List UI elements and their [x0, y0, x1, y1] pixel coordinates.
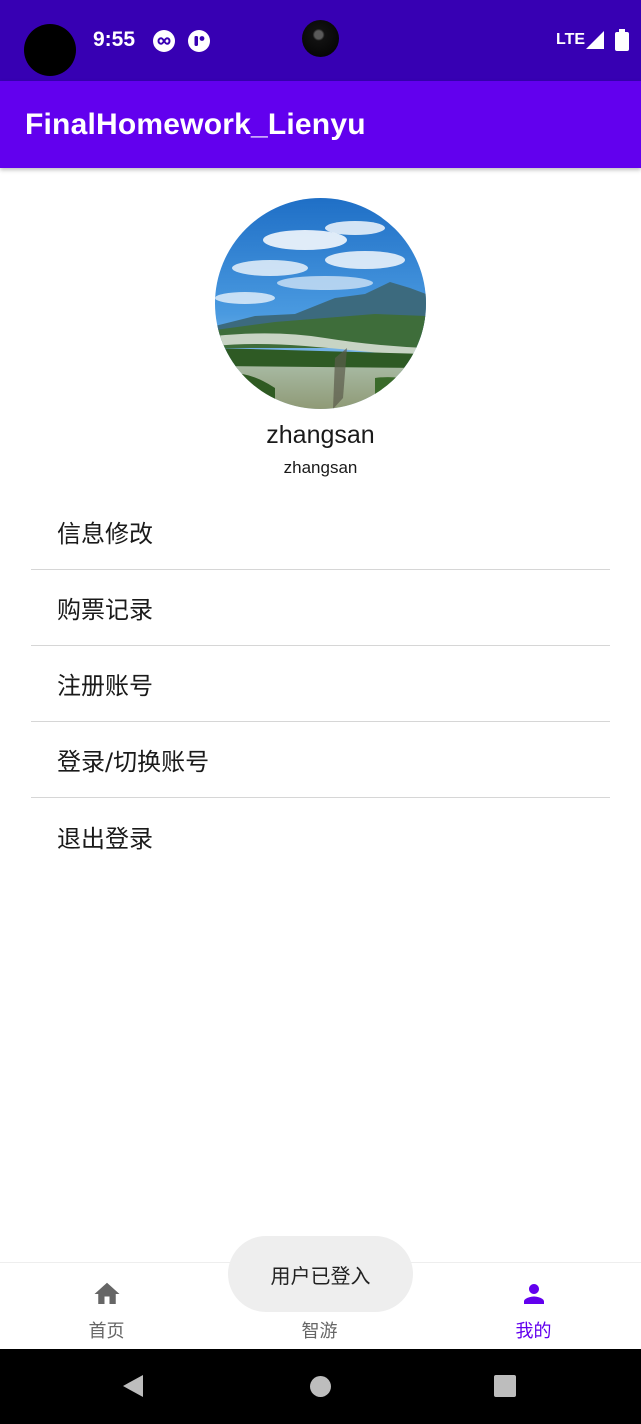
app-title: FinalHomework_Lienyu — [25, 108, 366, 141]
profile-username: zhangsan — [283, 458, 358, 477]
network-label: LTE — [556, 31, 586, 48]
profile-display-name: zhangsan — [266, 421, 375, 449]
menu-login-switch-account[interactable]: 登录/切换账号 — [31, 722, 610, 798]
infinity-notification-icon — [153, 30, 175, 52]
menu-edit-info[interactable]: 信息修改 — [31, 494, 610, 570]
nav-label-mine: 我的 — [515, 1321, 552, 1342]
nav-label-smart-travel: 智游 — [301, 1321, 338, 1342]
avatar-image — [215, 198, 426, 409]
login-toast: 用户已登入 — [228, 1236, 413, 1312]
landscape-avatar[interactable] — [215, 198, 426, 409]
home-icon — [94, 1282, 120, 1304]
camera-cutout — [24, 24, 76, 76]
nav-label-home: 首页 — [88, 1321, 125, 1342]
app-notification-icon — [188, 30, 210, 52]
menu-register-account[interactable]: 注册账号 — [31, 646, 610, 722]
nav-item-mine[interactable]: 我的 — [427, 1263, 640, 1350]
menu-ticket-records[interactable]: 购票记录 — [31, 570, 610, 646]
battery-icon — [615, 29, 629, 51]
profile-menu: 信息修改 购票记录 注册账号 登录/切换账号 退出登录 — [31, 494, 610, 874]
status-time: 9:55 — [93, 28, 136, 51]
home-button-icon[interactable] — [310, 1376, 331, 1397]
menu-logout[interactable]: 退出登录 — [31, 798, 610, 874]
back-icon[interactable] — [121, 1373, 145, 1399]
signal-icon — [586, 31, 604, 49]
status-bar: 9:55 LTE — [0, 0, 641, 81]
recents-icon[interactable] — [494, 1375, 516, 1397]
front-camera — [302, 20, 339, 57]
system-navigation-bar — [0, 1349, 641, 1424]
person-icon — [524, 1284, 544, 1304]
app-bar: FinalHomework_Lienyu — [0, 81, 641, 168]
nav-item-home[interactable]: 首页 — [0, 1263, 213, 1350]
